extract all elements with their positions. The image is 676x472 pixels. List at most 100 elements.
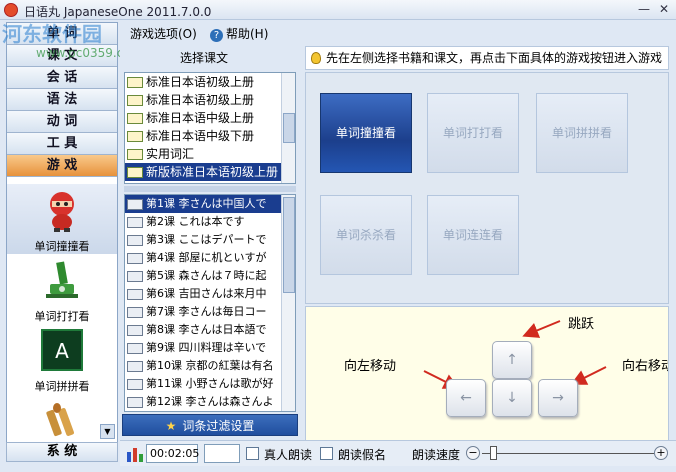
- minimize-button[interactable]: —: [636, 2, 652, 17]
- sidebar-scroll-down[interactable]: ▼: [100, 424, 115, 439]
- speed-increase-button[interactable]: +: [654, 446, 668, 460]
- book-item[interactable]: 新版标准日本语初级上册: [125, 163, 295, 181]
- sidebar-item-grammar[interactable]: 语 法: [7, 89, 117, 111]
- read-kana-checkbox[interactable]: [320, 447, 333, 460]
- game-button-kill[interactable]: 单词杀杀看: [320, 195, 412, 275]
- lesson-icon: [127, 378, 143, 390]
- book-item[interactable]: 实用词汇: [125, 145, 295, 163]
- lesson-label: 第9课 四川料理は辛いで: [146, 341, 267, 354]
- lesson-item[interactable]: 第7课 李さんは毎日コー: [125, 303, 295, 321]
- book-item[interactable]: 标准日本语初级上册: [125, 91, 295, 109]
- real-read-label: 真人朗读: [264, 448, 313, 462]
- game-label: 单词拼拼看: [34, 380, 90, 393]
- lesson-item[interactable]: 第12课 李さんは森さんよ: [125, 393, 295, 411]
- lesson-icon: [127, 270, 143, 282]
- lightbulb-icon: [311, 52, 321, 64]
- book-label: 实用词汇: [146, 147, 195, 161]
- speed-slider-track[interactable]: [482, 453, 654, 454]
- menu-game-options[interactable]: 游戏选项(O): [130, 25, 197, 42]
- read-kana-label: 朗读假名: [338, 448, 387, 462]
- lesson-label: 第12课 李さんは森さんよ: [146, 395, 274, 408]
- book-item[interactable]: 标准日本语中级下册: [125, 127, 295, 145]
- lesson-icon: [127, 198, 143, 210]
- lesson-icon: [127, 324, 143, 336]
- lesson-item[interactable]: 第8课 李さんは日本語で: [125, 321, 295, 339]
- book-list: 标准日本语初级上册 标准日本语初级上册 标准日本语中级上册 标准日本语中级下册 …: [124, 72, 296, 184]
- status-field: [204, 444, 240, 463]
- book-icon: [127, 131, 143, 142]
- arrow-pointers: [423, 320, 607, 389]
- lesson-label: 第4课 部屋に机といすが: [146, 251, 267, 264]
- right-arrow-key-icon: →: [538, 379, 578, 417]
- book-label: 新版标准日本语初级上册: [146, 165, 279, 179]
- game-item-collide[interactable]: 单词撞撞看: [7, 184, 117, 254]
- book-item[interactable]: 标准日本语中级上册: [125, 109, 295, 127]
- sidebar-item-conversation[interactable]: 会 话: [7, 67, 117, 89]
- sidebar-item-tools[interactable]: 工 具: [7, 133, 117, 155]
- lesson-label: 第1课 李さんは中国人で: [146, 197, 267, 210]
- lesson-icon: [127, 288, 143, 300]
- speed-decrease-button[interactable]: −: [466, 446, 480, 460]
- book-icon: [127, 77, 143, 88]
- move-right-label: 向右移动: [622, 359, 669, 374]
- book-icon: [127, 113, 143, 124]
- game-item-spell[interactable]: A 单词拼拼看: [7, 324, 117, 394]
- book-list-scrollbar[interactable]: [281, 73, 295, 183]
- lesson-item[interactable]: 第1课 李さんは中国人で: [125, 195, 295, 213]
- book-icon: [127, 167, 143, 178]
- down-arrow-key-icon: ↓: [492, 379, 532, 417]
- game-list: 单词撞撞看 单词打打看 A 单词拼拼看: [7, 184, 117, 442]
- book-item[interactable]: 标准日本语初级上册: [125, 73, 295, 91]
- game-item-shoot[interactable]: 单词打打看: [7, 254, 117, 324]
- lesson-item[interactable]: 第2课 これは本です: [125, 213, 295, 231]
- speed-slider-thumb[interactable]: [490, 446, 497, 460]
- game-button-collide[interactable]: 单词撞撞看: [320, 93, 412, 173]
- real-read-checkbox[interactable]: [246, 447, 259, 460]
- game-button-shoot[interactable]: 单词打打看: [427, 93, 519, 173]
- game-button-link[interactable]: 单词连连看: [427, 195, 519, 275]
- help-icon: ?: [210, 29, 223, 42]
- lesson-item[interactable]: 第10课 京都の紅葉は有名: [125, 357, 295, 375]
- game-label: 单词撞撞看: [34, 240, 90, 253]
- sidebar-item-system[interactable]: 系 统: [6, 442, 118, 462]
- book-list-header: 选择课文: [120, 46, 300, 68]
- filter-settings-button[interactable]: ★ 词条过滤设置: [122, 414, 298, 436]
- watermark-logo: 河东软件园: [2, 22, 102, 46]
- read-speed-label: 朗读速度: [412, 448, 461, 462]
- lesson-icon: [127, 234, 143, 246]
- jump-label: 跳跃: [568, 317, 595, 332]
- ninja-icon: [50, 192, 74, 232]
- lesson-icon: [127, 306, 143, 318]
- book-label: 标准日本语初级上册: [146, 75, 255, 89]
- lesson-list-scrollbar[interactable]: [281, 195, 295, 411]
- lesson-icon: [127, 396, 143, 408]
- key-instructions-panel: 跳跃 向左移动 向右移动 ↑ ← ↓ →: [305, 306, 669, 442]
- close-button[interactable]: ✕: [656, 2, 672, 17]
- lesson-label: 第6课 吉田さんは来月中: [146, 287, 267, 300]
- lesson-item[interactable]: 第11课 小野さんは歌が好: [125, 375, 295, 393]
- menu-help[interactable]: ? 帮助(H): [210, 25, 268, 42]
- sidebar-item-verbs[interactable]: 动 词: [7, 111, 117, 133]
- game-button-spell[interactable]: 单词拼拼看: [536, 93, 628, 173]
- lesson-icon: [127, 360, 143, 372]
- lesson-item[interactable]: 第5课 森さんは７時に起: [125, 267, 295, 285]
- lesson-label: 第11课 小野さんは歌が好: [146, 377, 274, 390]
- book-label: 标准日本语中级下册: [146, 129, 255, 143]
- bar-chart-icon: [127, 448, 143, 462]
- lesson-label: 第8课 李さんは日本語で: [146, 323, 267, 336]
- bullets-icon: [46, 403, 74, 437]
- sidebar-item-games[interactable]: 游 戏: [7, 155, 117, 177]
- lesson-label: 第2课 これは本です: [146, 215, 245, 228]
- sidebar: 单 词 课 文 会 话 语 法 动 词 工 具 游 戏 单词撞撞看 单词打打看: [6, 22, 118, 442]
- app-icon: [4, 3, 18, 17]
- lesson-item[interactable]: 第6课 吉田さんは来月中: [125, 285, 295, 303]
- lesson-item[interactable]: 第4课 部屋に机といすが: [125, 249, 295, 267]
- lesson-item[interactable]: 第9课 四川料理は辛いで: [125, 339, 295, 357]
- list-splitter[interactable]: [124, 186, 296, 192]
- lesson-label: 第3课 ここはデパートで: [146, 233, 267, 246]
- up-arrow-key-icon: ↑: [492, 341, 532, 379]
- svg-text:A: A: [55, 339, 69, 363]
- lesson-item[interactable]: 第3课 ここはデパートで: [125, 231, 295, 249]
- hint-text: 先在左侧选择书籍和课文，再点击下面具体的游戏按钮进入游戏: [326, 51, 663, 65]
- game-label: 单词打打看: [34, 310, 90, 323]
